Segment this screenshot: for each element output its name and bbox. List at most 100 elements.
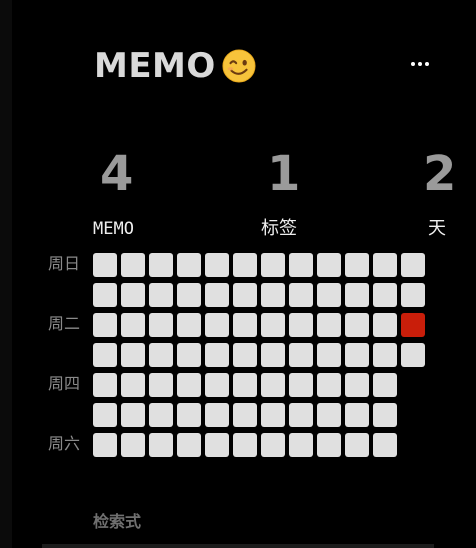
heatmap-cell[interactable] [373,283,397,307]
heatmap-cell[interactable] [177,283,201,307]
heatmap-cell[interactable] [317,253,341,277]
day-label-sunday: 周日 [48,254,81,273]
heatmap-cell[interactable] [149,343,173,367]
heatmap-cell[interactable] [261,373,285,397]
heatmap-cell[interactable] [317,313,341,337]
heatmap-cell[interactable] [261,343,285,367]
day-label-saturday: 周六 [48,434,81,453]
heatmap-cell[interactable] [401,283,425,307]
heatmap-cell[interactable] [93,253,117,277]
heatmap-cell[interactable] [289,373,313,397]
heatmap-cell[interactable] [401,343,425,367]
heatmap-cell[interactable] [261,313,285,337]
heatmap-cell[interactable] [93,343,117,367]
heatmap-cell[interactable] [149,433,173,457]
heatmap-cell[interactable] [289,343,313,367]
heatmap-cell[interactable] [149,253,173,277]
heatmap-cell[interactable] [149,313,173,337]
heatmap-cell[interactable] [289,313,313,337]
heatmap-cell[interactable] [289,433,313,457]
day-label-thursday: 周四 [48,374,81,393]
more-dot-icon [418,62,422,66]
more-dot-icon [425,62,429,66]
heatmap-cell[interactable] [121,283,145,307]
day-count-label: 天 [428,218,446,239]
heatmap-cell[interactable] [289,403,313,427]
heatmap-cell[interactable] [317,283,341,307]
heatmap-cell[interactable] [345,373,369,397]
heatmap-cell[interactable] [345,253,369,277]
heatmap-cell[interactable] [177,403,201,427]
heatmap-cell[interactable] [149,403,173,427]
heatmap-cell[interactable] [373,373,397,397]
heatmap-cell[interactable] [233,283,257,307]
tag-count: 1 [267,146,301,202]
heatmap-cell[interactable] [177,343,201,367]
heatmap-cell[interactable] [289,253,313,277]
heatmap-cell[interactable] [373,433,397,457]
more-options-button[interactable] [406,56,434,72]
heatmap-cell[interactable] [261,253,285,277]
heatmap-cell[interactable] [177,313,201,337]
memo-count-label: MEMO [93,219,134,239]
heatmap-cell[interactable] [261,433,285,457]
tag-count-label: 标签 [261,218,297,239]
heatmap-cell[interactable] [205,313,229,337]
winking-face-emoji-icon [222,49,256,83]
memo-count: 4 [100,146,134,202]
heatmap-cell[interactable] [345,283,369,307]
heatmap-cell[interactable] [289,283,313,307]
heatmap-cell[interactable] [121,373,145,397]
heatmap-cell[interactable] [233,313,257,337]
heatmap-cell[interactable] [373,403,397,427]
heatmap-cell[interactable] [317,343,341,367]
heatmap-cell[interactable] [401,253,425,277]
day-count: 2 [423,146,457,202]
heatmap-cell[interactable] [93,373,117,397]
heatmap-cell[interactable] [373,253,397,277]
heatmap-cell[interactable] [177,433,201,457]
heatmap-cell[interactable] [121,433,145,457]
heatmap-cell[interactable] [149,373,173,397]
heatmap-cell[interactable] [233,253,257,277]
day-label-tuesday: 周二 [48,314,81,333]
heatmap-cell[interactable] [93,433,117,457]
heatmap-cell[interactable] [233,403,257,427]
heatmap-cell[interactable] [121,253,145,277]
heatmap-cell[interactable] [205,433,229,457]
heatmap-cell[interactable] [373,343,397,367]
heatmap-cell[interactable] [345,403,369,427]
heatmap-cell[interactable] [205,343,229,367]
heatmap-cell[interactable] [149,283,173,307]
heatmap-cell[interactable] [177,373,201,397]
heatmap-cell[interactable] [317,433,341,457]
heatmap-cell[interactable] [345,433,369,457]
heatmap-cell[interactable] [261,403,285,427]
left-edge-panel [0,0,12,548]
heatmap-cell[interactable] [205,373,229,397]
heatmap-cell[interactable] [345,313,369,337]
heatmap-cell[interactable] [317,373,341,397]
heatmap-cell[interactable] [121,403,145,427]
heatmap-cell[interactable] [317,403,341,427]
heatmap-cell[interactable] [205,253,229,277]
page-title: MEMO [94,46,216,86]
bottom-divider [42,544,434,548]
heatmap-cell[interactable] [233,373,257,397]
heatmap-cell[interactable] [205,283,229,307]
heatmap-cell[interactable] [121,343,145,367]
heatmap-cell[interactable] [345,343,369,367]
heatmap-cell[interactable] [93,403,117,427]
heatmap-cell[interactable] [233,343,257,367]
heatmap-cell[interactable] [93,313,117,337]
heatmap-cell[interactable] [177,253,201,277]
heatmap-cell[interactable] [261,283,285,307]
heatmap-cell[interactable] [121,313,145,337]
heatmap-cell[interactable] [93,283,117,307]
heatmap-cell[interactable] [373,313,397,337]
heatmap-cell-active[interactable] [401,313,425,337]
heatmap-cell[interactable] [205,403,229,427]
heatmap-cell[interactable] [233,433,257,457]
more-dot-icon [411,62,415,66]
search-section-title: 检索式 [93,512,142,531]
